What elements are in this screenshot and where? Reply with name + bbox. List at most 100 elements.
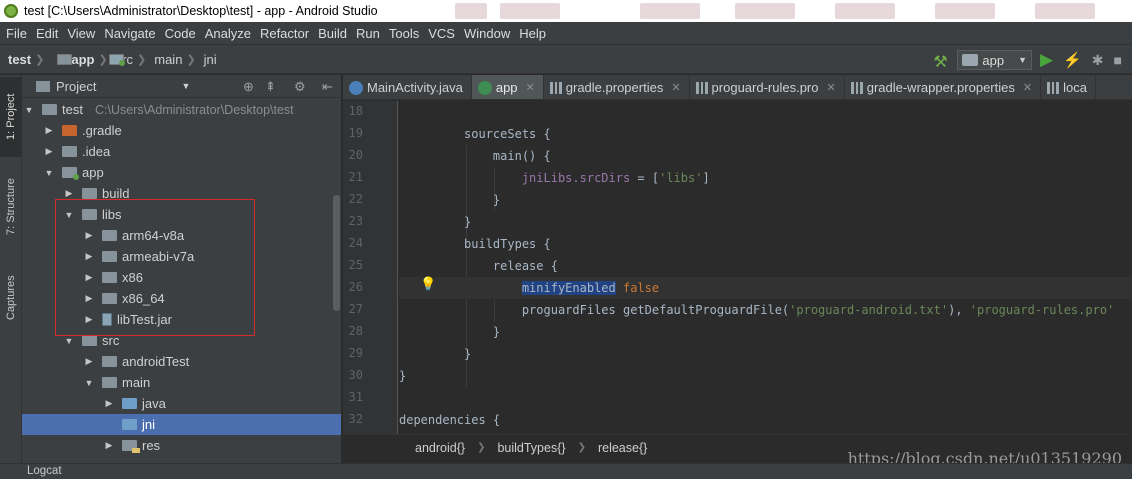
- menu-vcs[interactable]: VCS: [422, 26, 458, 41]
- tree-node-build[interactable]: ▶ build: [22, 183, 341, 204]
- collapse-arrow-icon[interactable]: ▶: [84, 293, 94, 304]
- menu-refactor[interactable]: Refactor: [254, 26, 312, 41]
- tab-structure-tool[interactable]: 7: Structure: [0, 167, 22, 247]
- tree-node-src[interactable]: ▼ src: [22, 330, 341, 351]
- editor-gutter: 18 19 20 21 22 23 24 25 26 27 28 29 30 3…: [343, 101, 398, 434]
- tab-project-tool[interactable]: 1: Project: [0, 77, 22, 157]
- collapse-arrow-icon[interactable]: ▶: [64, 188, 74, 199]
- tree-node-jni[interactable]: jni: [22, 414, 341, 435]
- code-text: buildTypes {: [464, 237, 551, 251]
- collapse-arrow-icon[interactable]: ▶: [84, 251, 94, 262]
- tab-proguard-rules[interactable]: proguard-rules.pro ✕: [690, 75, 845, 99]
- tree-node-label: java: [142, 396, 166, 411]
- tree-node-x86[interactable]: ▶ x86: [22, 267, 341, 288]
- tree-node-arm64-v8a[interactable]: ▶ arm64-v8a: [22, 225, 341, 246]
- line-number: 32: [348, 412, 363, 426]
- line-number: 27: [348, 302, 363, 316]
- expand-arrow-icon[interactable]: ▼: [44, 168, 54, 178]
- code-text: ),: [948, 303, 970, 317]
- close-tab-icon[interactable]: ✕: [526, 81, 535, 94]
- menu-file[interactable]: File: [0, 26, 30, 41]
- collapse-arrow-icon[interactable]: ▶: [84, 272, 94, 283]
- menu-edit[interactable]: Edit: [30, 26, 61, 41]
- tree-node-x86_64[interactable]: ▶ x86_64: [22, 288, 341, 309]
- folder-icon: [42, 104, 57, 115]
- breadcrumb-item[interactable]: jni: [57, 52, 217, 67]
- hammer-icon[interactable]: ⚒: [933, 52, 949, 71]
- run-icon[interactable]: ▶: [1040, 50, 1053, 70]
- tree-node-armeabi-v7a[interactable]: ▶ armeabi-v7a: [22, 246, 341, 267]
- tree-node-java[interactable]: ▶ java: [22, 393, 341, 414]
- tab-label: MainActivity.java: [367, 80, 463, 95]
- folder-icon: [62, 125, 77, 136]
- tree-node-label: armeabi-v7a: [122, 249, 195, 264]
- code-line: }: [399, 189, 1132, 211]
- tree-node-main[interactable]: ▼ main: [22, 372, 341, 393]
- code-text: release {: [492, 259, 558, 273]
- tab-logcat[interactable]: Logcat: [27, 465, 62, 477]
- breadcrumb-item[interactable]: main ❯: [57, 51, 196, 67]
- collapse-arrow-icon[interactable]: ▶: [104, 398, 114, 409]
- tab-gradle-properties[interactable]: gradle.properties ✕: [544, 75, 690, 99]
- tree-node-idea[interactable]: ▶ .idea: [22, 141, 341, 162]
- tree-node-androidtest[interactable]: ▶ androidTest: [22, 351, 341, 372]
- project-tree-scrollbar[interactable]: [333, 195, 340, 311]
- code-breadcrumb-item[interactable]: buildTypes{}: [497, 441, 565, 455]
- tab-gradle-wrapper-properties[interactable]: gradle-wrapper.properties ✕: [845, 75, 1042, 99]
- window-title: test [C:\Users\Administrator\Desktop\tes…: [24, 4, 378, 18]
- run-configuration-select[interactable]: app ▼: [957, 50, 1033, 70]
- expand-arrow-icon[interactable]: ▼: [84, 378, 94, 388]
- tree-node-gradle[interactable]: ▶ .gradle: [22, 120, 341, 141]
- close-tab-icon[interactable]: ✕: [827, 81, 836, 94]
- menu-help[interactable]: Help: [513, 26, 549, 41]
- breadcrumb-label: main: [154, 51, 183, 67]
- tab-mainactivity-java[interactable]: MainActivity.java: [343, 75, 472, 99]
- hide-panel-icon[interactable]: ⇤: [322, 79, 333, 95]
- chevron-down-icon[interactable]: ▼: [181, 81, 190, 91]
- menu-analyze[interactable]: Analyze: [199, 26, 254, 41]
- tab-app-gradle[interactable]: app ✕: [471, 75, 544, 99]
- expand-arrow-icon[interactable]: ▼: [64, 210, 74, 220]
- apply-changes-icon[interactable]: ⚡: [1063, 51, 1082, 69]
- tree-node-app[interactable]: ▼ app: [22, 162, 341, 183]
- tree-node-res[interactable]: ▶ res: [22, 435, 341, 456]
- breadcrumb-item[interactable]: test ❯: [8, 52, 72, 67]
- code-breadcrumb-item[interactable]: android{}: [415, 441, 465, 455]
- tree-node-test[interactable]: ▼ test C:\Users\Administrator\Desktop\te…: [22, 99, 341, 120]
- collapse-arrow-icon[interactable]: ▶: [84, 314, 94, 325]
- code-editor[interactable]: sourceSets { main() { jniLibs.srcDirs = …: [399, 101, 1132, 434]
- close-tab-icon[interactable]: ✕: [671, 81, 680, 94]
- sync-icon[interactable]: ⊕: [243, 79, 254, 95]
- tab-local-properties[interactable]: loca: [1041, 75, 1096, 99]
- tree-node-libs[interactable]: ▼ libs: [22, 204, 341, 225]
- tree-node-libtest-jar[interactable]: ▶ libTest.jar: [22, 309, 341, 330]
- collapse-arrow-icon[interactable]: ▶: [44, 125, 54, 136]
- chevron-right-icon: ❯: [577, 442, 586, 453]
- source-folder-icon: [122, 419, 137, 430]
- collapse-all-icon[interactable]: ⇞: [265, 79, 276, 95]
- expand-arrow-icon[interactable]: ▼: [24, 105, 34, 115]
- collapse-arrow-icon[interactable]: ▶: [104, 440, 114, 451]
- collapse-arrow-icon[interactable]: ▶: [84, 356, 94, 367]
- project-view-select[interactable]: Project: [56, 79, 96, 94]
- code-string: 'proguard-android.txt': [789, 303, 949, 317]
- menu-view[interactable]: View: [61, 26, 98, 41]
- code-breadcrumb-item[interactable]: release{}: [598, 441, 647, 455]
- gear-icon[interactable]: ⚙: [294, 79, 306, 95]
- close-tab-icon[interactable]: ✕: [1023, 81, 1032, 94]
- menu-navigate[interactable]: Navigate: [98, 26, 158, 41]
- code-line: buildTypes {: [399, 233, 1132, 255]
- expand-arrow-icon[interactable]: ▼: [64, 336, 74, 346]
- menu-code[interactable]: Code: [159, 26, 199, 41]
- line-number: 19: [348, 126, 363, 140]
- menu-build[interactable]: Build: [312, 26, 350, 41]
- menu-tools[interactable]: Tools: [383, 26, 422, 41]
- debug-icon[interactable]: ✱: [1092, 52, 1104, 69]
- tab-captures-tool[interactable]: Captures: [0, 263, 22, 333]
- stop-icon[interactable]: ■: [1114, 52, 1122, 68]
- lightbulb-icon[interactable]: 💡: [420, 277, 436, 292]
- collapse-arrow-icon[interactable]: ▶: [84, 230, 94, 241]
- collapse-arrow-icon[interactable]: ▶: [44, 146, 54, 157]
- menu-run[interactable]: Run: [350, 26, 383, 41]
- menu-window[interactable]: Window: [458, 26, 513, 41]
